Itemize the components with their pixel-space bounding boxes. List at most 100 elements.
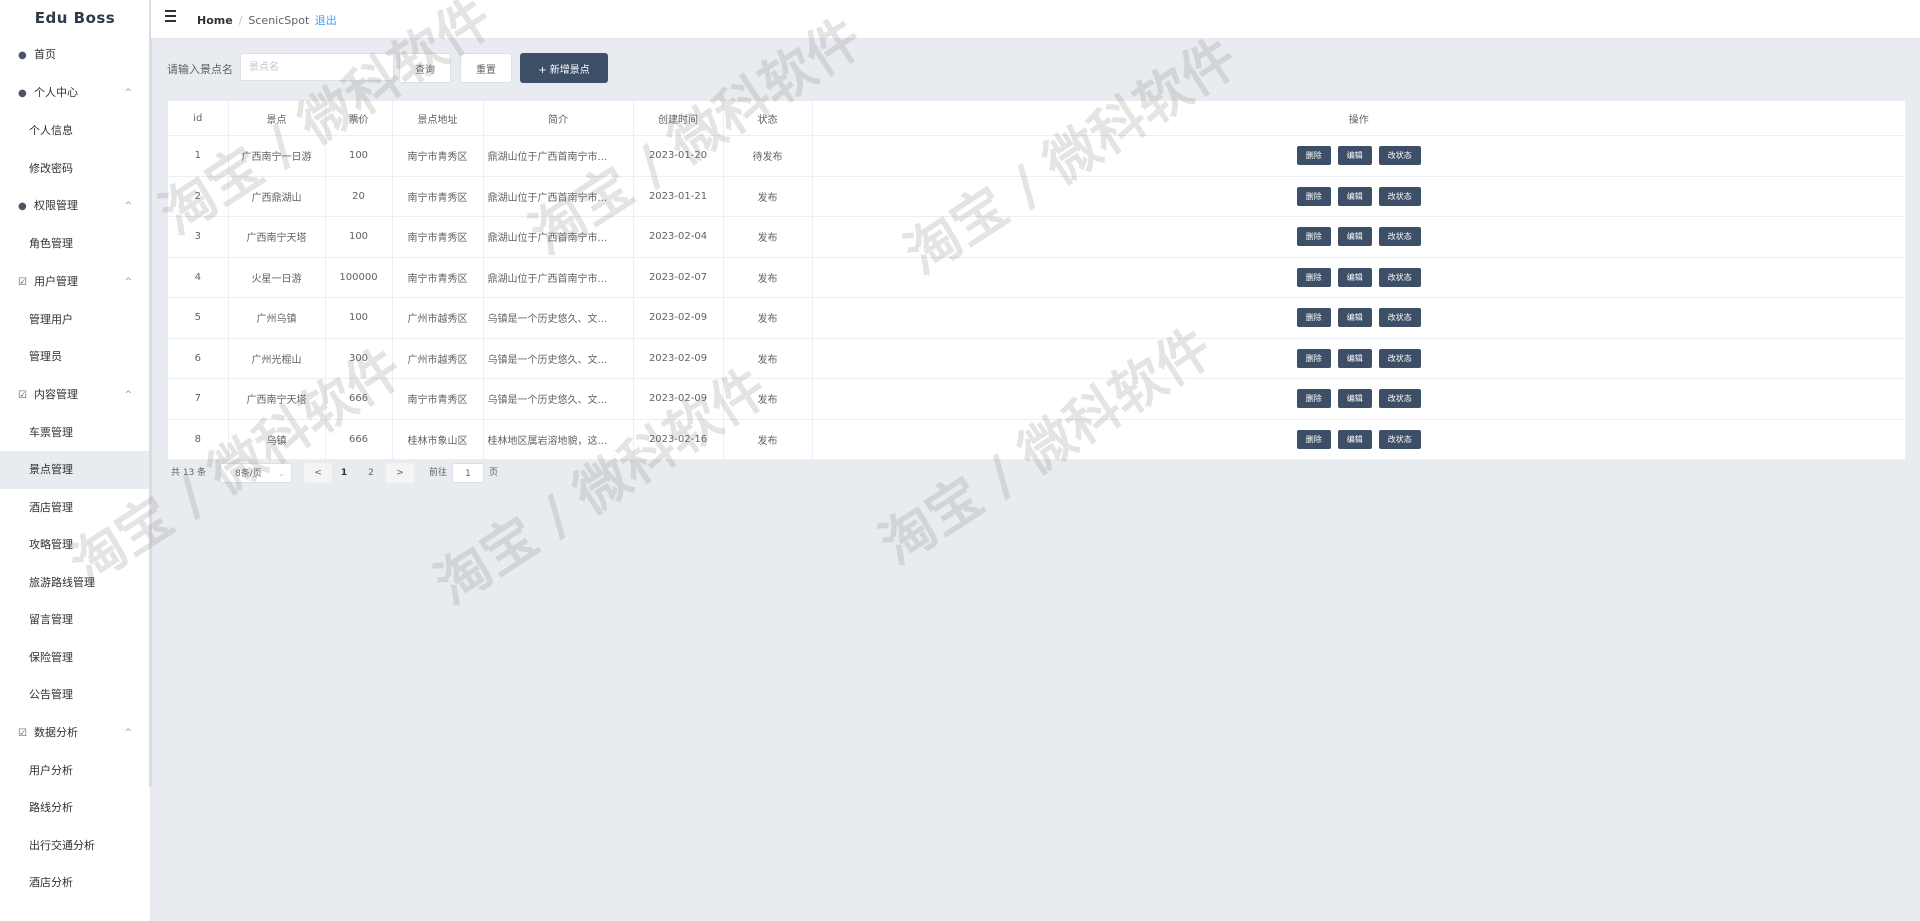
sidebar-item[interactable]: 管理用户 bbox=[0, 301, 150, 339]
change-status-button[interactable]: 改状态 bbox=[1378, 146, 1421, 166]
column-header: id bbox=[168, 101, 229, 136]
change-status-button[interactable]: 改状态 bbox=[1378, 267, 1421, 287]
prev-page-button[interactable]: < bbox=[304, 463, 332, 483]
sidebar-item[interactable]: 景点管理 bbox=[0, 451, 150, 489]
sidebar-item[interactable]: ☑ 用户管理 ^ bbox=[0, 263, 150, 301]
edit-button[interactable]: 编辑 bbox=[1337, 429, 1372, 449]
sidebar-item-label: 景点管理 bbox=[29, 463, 73, 476]
change-status-button[interactable]: 改状态 bbox=[1378, 308, 1421, 328]
column-header: 操作 bbox=[812, 101, 1906, 136]
goto-page-input[interactable]: 1 bbox=[452, 463, 484, 483]
reset-button[interactable]: 重置 bbox=[460, 53, 512, 83]
sidebar-item-label: 内容管理 bbox=[34, 387, 78, 401]
goto-prefix: 前往 bbox=[429, 468, 448, 478]
cell-status: 发布 bbox=[723, 419, 813, 460]
sidebar-item[interactable]: 车票管理 bbox=[0, 414, 150, 452]
delete-button[interactable]: 删除 bbox=[1296, 348, 1331, 368]
delete-button[interactable]: 删除 bbox=[1296, 186, 1331, 206]
sidebar-item[interactable]: ● 首页 bbox=[0, 36, 150, 74]
sidebar-item-label: 路线分析 bbox=[29, 801, 73, 814]
sidebar-item[interactable]: 保险管理 bbox=[0, 639, 150, 677]
sidebar-item[interactable]: ☑ 内容管理 ^ bbox=[0, 376, 150, 414]
sidebar-item[interactable]: 公告管理 bbox=[0, 676, 150, 714]
chevron-up-icon: ^ bbox=[124, 88, 132, 98]
page-1[interactable]: 1 bbox=[333, 463, 355, 483]
delete-button[interactable]: 删除 bbox=[1296, 227, 1331, 247]
sidebar-item-label: 保险管理 bbox=[29, 650, 73, 664]
cell-intro: 乌镇是一个历史悠久、文... bbox=[483, 297, 634, 339]
table-row: 2 广西鼎湖山 20 南宁市青秀区 鼎湖山位于广西首南宁市... 2023-01-21 发布… bbox=[168, 176, 1906, 217]
chevron-up-icon: ^ bbox=[124, 389, 132, 400]
page-size-value: 8条/页 bbox=[235, 469, 262, 479]
change-status-button[interactable]: 改状态 bbox=[1378, 348, 1421, 368]
sidebar-item[interactable]: 酒店管理 bbox=[0, 489, 150, 527]
delete-button[interactable]: 删除 bbox=[1296, 308, 1331, 328]
delete-button[interactable]: 删除 bbox=[1296, 429, 1331, 449]
query-button[interactable]: 查询 bbox=[399, 53, 451, 83]
cell-price: 20 bbox=[325, 176, 393, 217]
sidebar-item[interactable]: 管理员 bbox=[0, 338, 150, 376]
breadcrumb-home[interactable]: Home bbox=[197, 14, 233, 27]
column-header: 景点地址 bbox=[392, 101, 484, 136]
cell-created: 2023-02-09 bbox=[633, 338, 724, 379]
chevron-up-icon: ^ bbox=[124, 727, 132, 738]
change-status-button[interactable]: 改状态 bbox=[1378, 429, 1421, 449]
brand-logo: Edu Boss bbox=[34, 9, 116, 27]
edit-button[interactable]: 编辑 bbox=[1337, 146, 1372, 166]
sidebar-menu: ● 首页 ● 个人中心 ^ 个人信息 修改密码 ● 权限管理 ^ 角色管理 ☑ 用户管理 ^ 管理用户 管理员… bbox=[0, 36, 150, 902]
sidebar-item[interactable]: 路线分析 bbox=[0, 789, 150, 827]
sidebar-item[interactable]: ● 权限管理 ^ bbox=[0, 187, 150, 225]
chevron-down-icon: ⌄ bbox=[277, 469, 285, 479]
sidebar-item[interactable]: 旅游路线管理 bbox=[0, 564, 150, 602]
sidebar-item[interactable]: 攻略管理 bbox=[0, 526, 150, 564]
cell-intro: 鼎湖山位于广西首南宁市... bbox=[483, 216, 634, 258]
cell-intro: 鼎湖山位于广西首南宁市... bbox=[483, 257, 634, 298]
scenic-spot-table: id 景点 票价 景点地址 简介 创建时间 状态 操作 1 广西南宁一日游 100 南宁市青秀区 鼎湖… bbox=[168, 101, 1906, 460]
change-status-button[interactable]: 改状态 bbox=[1378, 227, 1421, 247]
sidebar-scrollbar[interactable] bbox=[149, 0, 152, 786]
edit-button[interactable]: 编辑 bbox=[1337, 348, 1372, 368]
edit-button[interactable]: 编辑 bbox=[1337, 186, 1372, 206]
page-2[interactable]: 2 bbox=[360, 463, 382, 483]
cell-name: 广西南宁天塔 bbox=[228, 216, 326, 258]
menu-toggle-icon[interactable] bbox=[165, 10, 177, 22]
cell-name: 广西南宁天塔 bbox=[228, 378, 326, 420]
logout-link[interactable]: 退出 bbox=[315, 14, 337, 27]
search-input[interactable] bbox=[240, 53, 394, 81]
edit-button[interactable]: 编辑 bbox=[1337, 267, 1372, 287]
sidebar-item[interactable]: ● 个人中心 ^ bbox=[0, 74, 150, 112]
sidebar-item[interactable]: 角色管理 bbox=[0, 225, 150, 263]
add-scenic-spot-button[interactable]: + 新增景点 bbox=[520, 53, 608, 83]
cell-name: 广州光棍山 bbox=[228, 338, 326, 379]
change-status-button[interactable]: 改状态 bbox=[1378, 389, 1421, 409]
breadcrumb-separator: / bbox=[238, 14, 243, 27]
next-page-button[interactable]: > bbox=[386, 463, 414, 483]
sidebar-item-label: 权限管理 bbox=[34, 199, 78, 212]
edit-button[interactable]: 编辑 bbox=[1337, 227, 1372, 247]
delete-button[interactable]: 删除 bbox=[1296, 146, 1331, 166]
cell-actions: 删除 编辑 改状态 bbox=[812, 419, 1906, 460]
sidebar-item[interactable]: ☑ 数据分析 ^ bbox=[0, 714, 150, 752]
cell-id: 6 bbox=[168, 338, 229, 379]
page-size-select[interactable]: 8条/页 ⌄ bbox=[220, 463, 292, 483]
sidebar-item-label: 公告管理 bbox=[29, 688, 73, 701]
sidebar-item[interactable]: 个人信息 bbox=[0, 112, 150, 150]
sidebar-item[interactable]: 出行交通分析 bbox=[0, 827, 150, 865]
cell-id: 5 bbox=[168, 297, 229, 339]
table-row: 1 广西南宁一日游 100 南宁市青秀区 鼎湖山位于广西首南宁市... 2023-01-2… bbox=[168, 135, 1906, 177]
sidebar-item-label: 留言管理 bbox=[29, 613, 73, 626]
cell-created: 2023-01-21 bbox=[633, 176, 724, 217]
change-status-button[interactable]: 改状态 bbox=[1378, 186, 1421, 206]
cell-name: 广州乌镇 bbox=[228, 297, 326, 339]
sidebar-item[interactable]: 酒店分析 bbox=[0, 864, 150, 902]
sidebar-item[interactable]: 修改密码 bbox=[0, 150, 150, 188]
delete-button[interactable]: 删除 bbox=[1296, 389, 1331, 409]
sidebar-item[interactable]: 留言管理 bbox=[0, 601, 150, 639]
edit-button[interactable]: 编辑 bbox=[1337, 389, 1372, 409]
table-row: 5 广州乌镇 100 广州市越秀区 乌镇是一个历史悠久、文... 2023-02-09 发布… bbox=[168, 297, 1906, 339]
edit-button[interactable]: 编辑 bbox=[1337, 308, 1372, 328]
delete-button[interactable]: 删除 bbox=[1296, 267, 1331, 287]
column-header: 景点 bbox=[228, 101, 326, 136]
sidebar-item[interactable]: 用户分析 bbox=[0, 752, 150, 790]
cell-name: 广西鼎湖山 bbox=[228, 176, 326, 217]
